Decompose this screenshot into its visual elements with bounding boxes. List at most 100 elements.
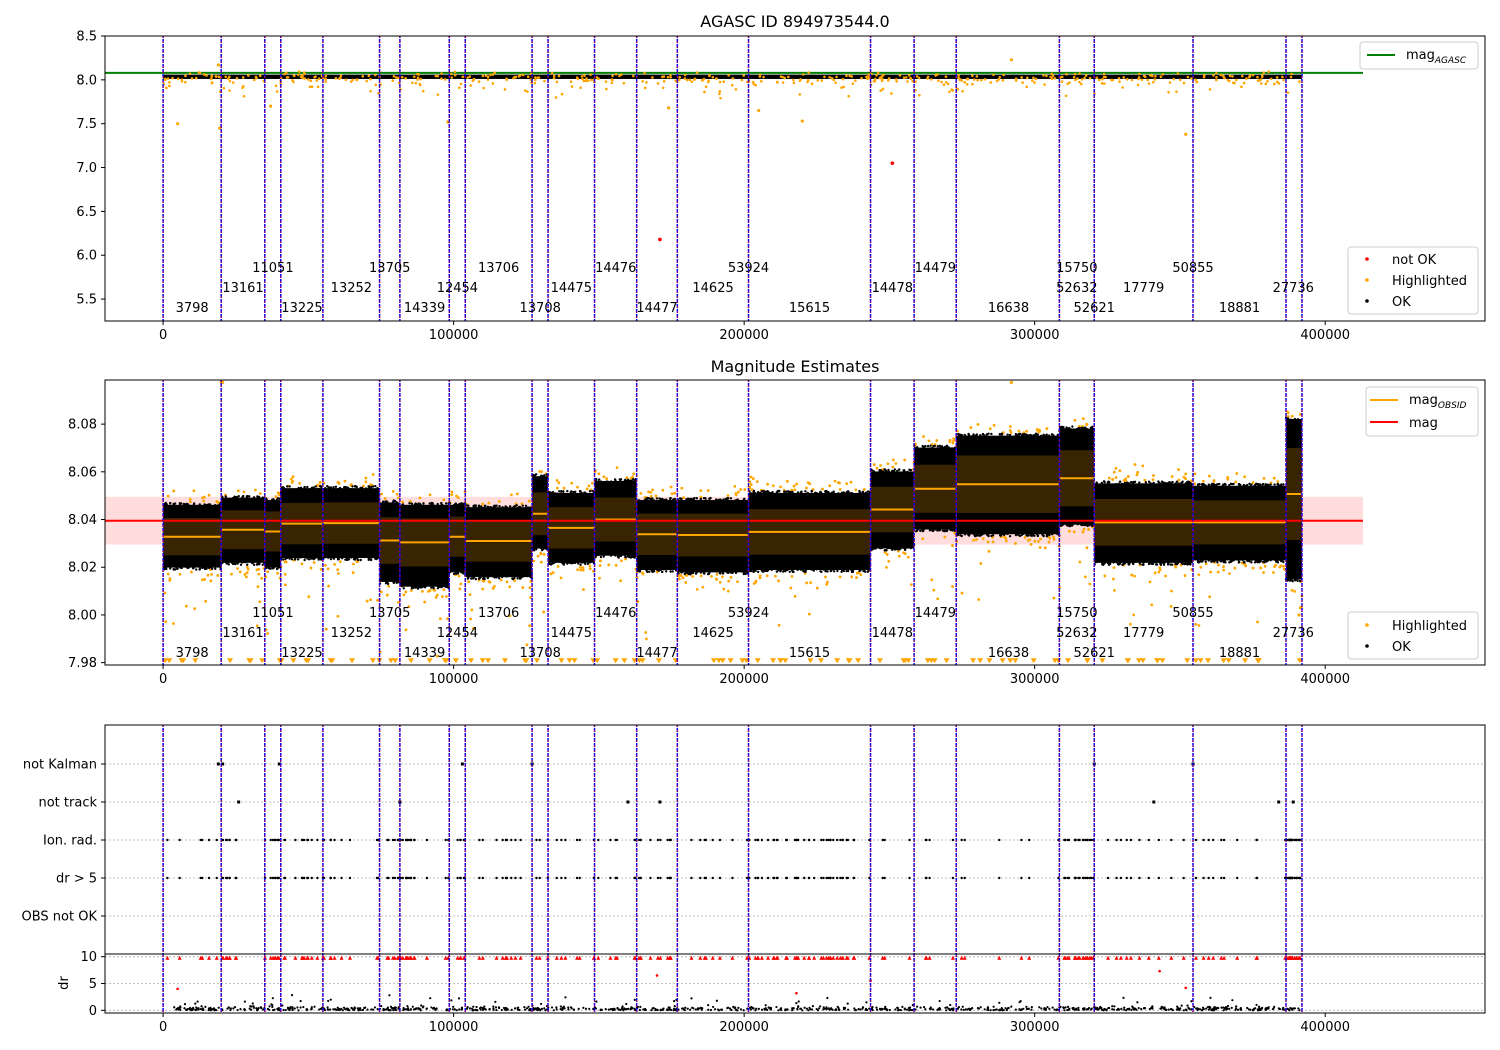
obsid-label: 3798 [176, 301, 209, 316]
ok-point [597, 481, 600, 484]
ok-point [1158, 481, 1161, 485]
highlighted-point [202, 499, 206, 503]
ok-point [381, 501, 385, 505]
highlighted-point [582, 79, 586, 83]
flag-dr5-point [386, 876, 389, 880]
ok-point [1221, 483, 1225, 486]
ok-point [385, 575, 388, 579]
highlighted-point [1203, 73, 1206, 77]
ok-point [837, 492, 840, 495]
ok-point [985, 436, 989, 440]
ok-point [1003, 439, 1007, 442]
ok-point [551, 495, 555, 499]
highlighted-point [862, 488, 866, 491]
ok-point [566, 489, 569, 493]
ok-point [845, 565, 849, 568]
highlighted-point [699, 489, 703, 493]
highlighted-point [198, 71, 202, 75]
highlighted-point [921, 537, 925, 541]
highlighted-point [752, 582, 756, 585]
ok-point [1012, 527, 1016, 530]
highlighted-point [710, 575, 713, 578]
ok-point [515, 571, 518, 574]
ok-point [866, 570, 870, 573]
ok-point [792, 492, 796, 496]
flag-dr5-point [310, 876, 313, 880]
highlighted-outlier [667, 106, 671, 110]
highlighted-point [486, 75, 490, 79]
highlighted-point [1233, 566, 1237, 570]
highlighted-point [1175, 90, 1178, 93]
ok-point [572, 554, 575, 557]
obsid-label: 13252 [331, 626, 372, 641]
ok-point [1003, 531, 1007, 534]
highlighted-point [894, 78, 898, 81]
ok-point [665, 562, 668, 566]
ok-point [1251, 486, 1255, 489]
ok-point [1037, 531, 1041, 535]
highlighted-point [1133, 574, 1136, 578]
highlighted-point [172, 622, 175, 625]
ok-point [833, 497, 837, 501]
flag-ion-rad-point [199, 838, 202, 842]
ok-point [851, 494, 855, 498]
ok-point [361, 554, 364, 557]
ok-point [940, 445, 944, 448]
highlighted-point [683, 77, 687, 80]
highlighted-point [1085, 423, 1089, 427]
y-tick-label: 5.5 [76, 293, 97, 308]
highlighted-point [1122, 76, 1125, 79]
highlighted-point [416, 78, 419, 81]
ok-point [444, 581, 448, 584]
ok-point [239, 563, 243, 567]
highlighted-point [881, 73, 885, 77]
ok-point [210, 567, 214, 570]
highlighted-point [1126, 475, 1130, 478]
ok-point [1041, 533, 1044, 536]
ok-point [201, 566, 204, 570]
highlighted-point [1150, 74, 1154, 77]
highlighted-point [423, 600, 427, 604]
flag-dr5-point [481, 876, 485, 880]
flag-dr5-point [505, 876, 509, 880]
ok-point [1131, 561, 1135, 565]
ok-point [825, 490, 828, 494]
highlighted-point [1078, 80, 1081, 84]
highlighted-point [806, 481, 810, 485]
ok-point [932, 456, 935, 459]
highlighted-point [540, 470, 543, 474]
ok-point [261, 496, 264, 499]
ok-point [842, 569, 846, 573]
ok-point [1189, 484, 1192, 487]
ok-point [333, 492, 337, 495]
obsid-label: 13708 [520, 301, 561, 316]
ok-point [432, 580, 435, 584]
highlighted-point [242, 94, 246, 98]
ok-point [776, 563, 779, 567]
ok-point [314, 485, 317, 488]
ok-point [861, 567, 865, 570]
highlighted-point [411, 81, 414, 85]
ok-point [939, 527, 942, 530]
ok-point [828, 492, 831, 496]
highlighted-point [453, 70, 457, 74]
ok-point [630, 555, 633, 558]
ok-point [401, 580, 405, 583]
ok-point [836, 501, 839, 504]
ok-point [1127, 558, 1131, 562]
highlighted-point [951, 441, 955, 445]
ok-point [351, 553, 354, 556]
ok-point [778, 489, 781, 493]
highlighted-point [316, 85, 320, 89]
highlighted-point [589, 73, 592, 76]
ok-point [558, 490, 561, 493]
ok-point [705, 499, 708, 502]
flag-dr5-point [333, 876, 336, 880]
highlighted-point [438, 617, 442, 621]
ok-point [893, 468, 897, 471]
highlighted-point [459, 582, 463, 586]
highlighted-point [472, 78, 475, 81]
ok-point [402, 509, 405, 512]
highlighted-point [1100, 81, 1104, 85]
ok-point [1135, 484, 1139, 487]
